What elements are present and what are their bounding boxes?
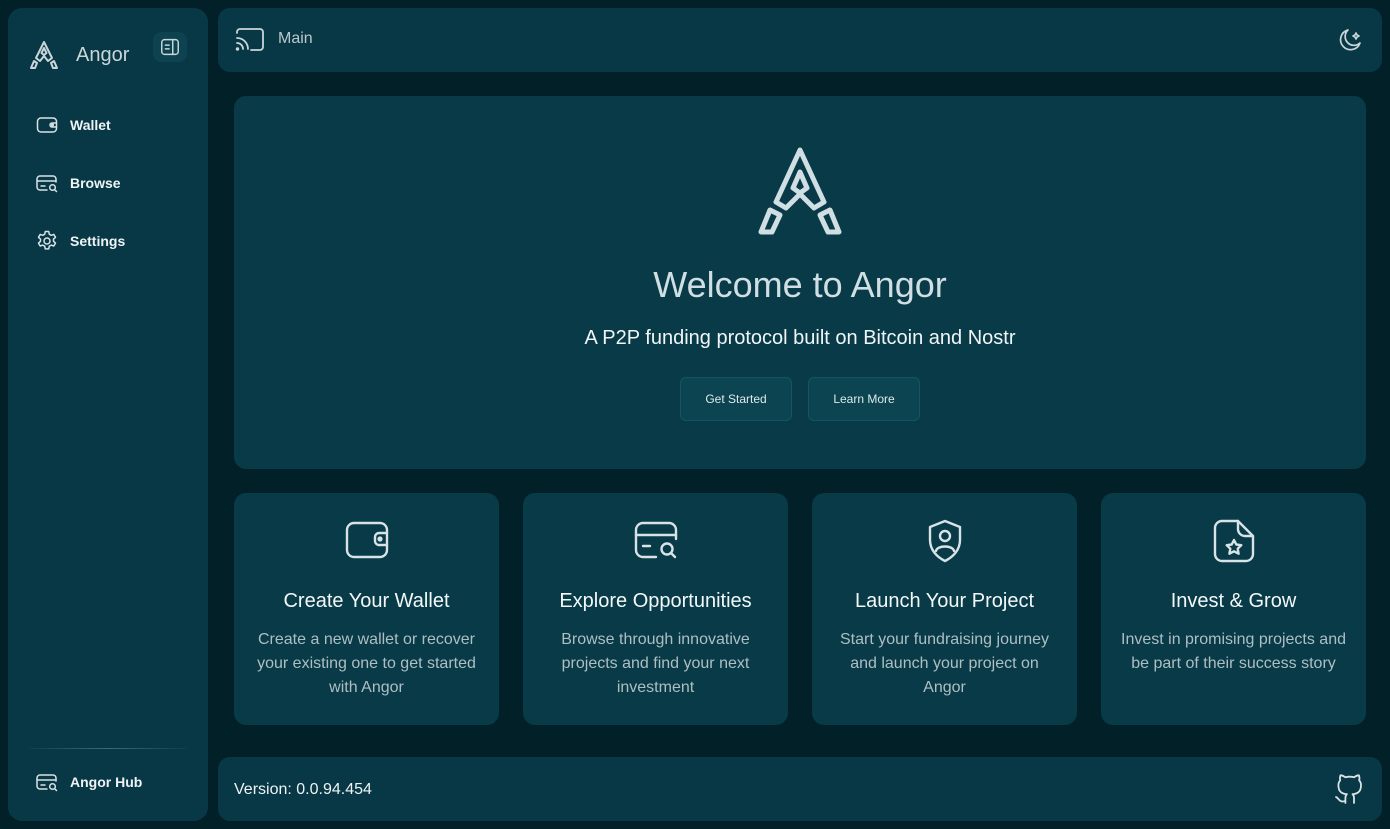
sidebar-item-settings[interactable]: Settings [8, 224, 208, 258]
sidebar-item-label: Settings [70, 233, 126, 249]
card-title: Invest & Grow [1170, 590, 1297, 612]
browse-icon [633, 518, 679, 564]
card-description: Start your fundraising journey and launc… [840, 631, 1049, 696]
card-description: Create a new wallet or recover your exis… [257, 631, 476, 696]
hero-actions: Get Started Learn More [234, 377, 1366, 421]
card-title: Explore Opportunities [559, 590, 752, 612]
browse-icon [34, 170, 60, 196]
app-window: Angor Wallet Browse Settings Angor Hub M… [0, 0, 1390, 829]
sidebar-toggle-button[interactable] [153, 32, 187, 62]
sidebar-item-wallet[interactable]: Wallet [8, 108, 208, 142]
top-bar: Main [218, 8, 1382, 72]
sidebar-toggle-icon [159, 36, 181, 58]
sidebar-item-label: Angor Hub [70, 774, 143, 790]
theme-toggle-icon[interactable] [1336, 26, 1364, 54]
hero-title: Welcome to Angor [653, 264, 947, 305]
footer-bar: Version: 0.0.94.454 [218, 757, 1382, 821]
card-invest-grow[interactable]: Invest & Grow Invest in promising projec… [1101, 493, 1366, 725]
sidebar-item-label: Wallet [70, 117, 111, 133]
card-description: Browse through innovative projects and f… [561, 631, 750, 696]
sidebar-item-browse[interactable]: Browse [8, 166, 208, 200]
card-create-wallet[interactable]: Create Your Wallet Create a new wallet o… [234, 493, 499, 725]
cast-icon[interactable] [234, 26, 266, 54]
card-description: Invest in promising projects and be part… [1121, 631, 1346, 672]
sidebar: Angor Wallet Browse Settings Angor Hub [8, 8, 208, 821]
angor-logo-icon [28, 39, 60, 71]
card-explore-opportunities[interactable]: Explore Opportunities Browse through inn… [523, 493, 788, 725]
learn-more-button[interactable]: Learn More [808, 377, 920, 421]
version-label: Version: 0.0.94.454 [234, 781, 372, 798]
card-title: Create Your Wallet [283, 590, 450, 612]
sidebar-item-label: Browse [70, 175, 121, 191]
github-icon[interactable] [1334, 773, 1364, 805]
get-started-button[interactable]: Get Started [680, 377, 792, 421]
sidebar-divider [30, 748, 186, 749]
sidebar-item-angor-hub[interactable]: Angor Hub [8, 765, 208, 799]
brand[interactable]: Angor [28, 32, 129, 78]
wallet-icon [344, 518, 390, 564]
breadcrumb: Main [278, 30, 313, 47]
brand-name: Angor [76, 43, 130, 66]
angor-logo-icon [751, 146, 849, 238]
hub-icon [34, 769, 60, 795]
welcome-hero: Welcome to Angor A P2P funding protocol … [234, 96, 1366, 469]
gear-icon [34, 228, 60, 254]
card-title: Launch Your Project [854, 590, 1035, 612]
hero-subtitle: A P2P funding protocol built on Bitcoin … [584, 327, 1016, 349]
sidebar-nav: Wallet Browse Settings [8, 108, 208, 282]
feature-cards: Create Your Wallet Create a new wallet o… [234, 493, 1366, 725]
shield-user-icon [922, 518, 968, 564]
wallet-icon [34, 112, 60, 138]
card-launch-project[interactable]: Launch Your Project Start your fundraisi… [812, 493, 1077, 725]
document-star-icon [1211, 518, 1257, 564]
sidebar-hub-section: Angor Hub [8, 765, 208, 799]
